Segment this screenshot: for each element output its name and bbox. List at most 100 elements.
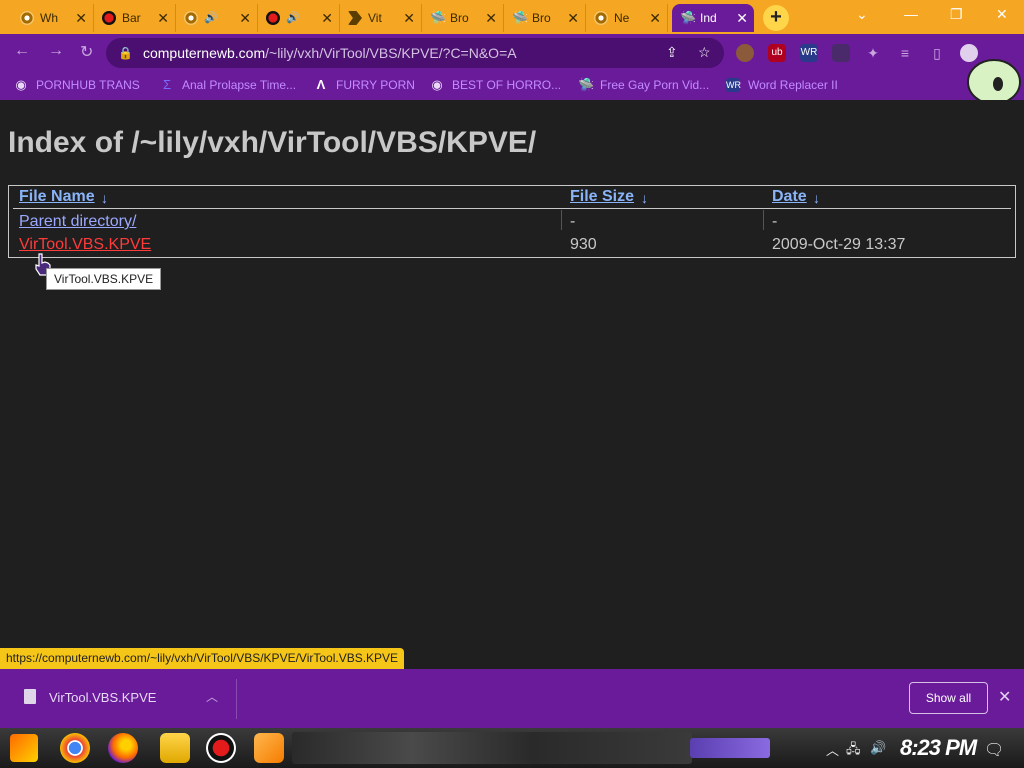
file-size-cell: 930 bbox=[570, 236, 597, 253]
reload-icon[interactable]: ↻ bbox=[80, 42, 93, 62]
date-cell: - bbox=[772, 213, 778, 230]
close-icon[interactable]: ✕ bbox=[649, 10, 661, 26]
column-header-file-size[interactable]: File Size bbox=[570, 188, 634, 206]
close-icon[interactable]: ✕ bbox=[736, 10, 748, 26]
bookmark-3[interactable]: Λ FURRY PORN bbox=[314, 77, 415, 93]
record-icon bbox=[266, 11, 280, 25]
lock-icon[interactable]: 🔒 bbox=[118, 46, 133, 60]
tab-9-active[interactable]: 🛸 Ind ✕ bbox=[672, 4, 754, 32]
tab-3[interactable]: 🔊 ✕ bbox=[176, 4, 258, 32]
tray-chevron-up-icon[interactable]: ︿ bbox=[826, 740, 839, 759]
minimize-icon[interactable]: — bbox=[904, 6, 918, 22]
bookmark-label: Word Replacer II bbox=[748, 78, 838, 92]
close-window-icon[interactable]: ✕ bbox=[996, 6, 1008, 23]
tab-1[interactable]: Wh ✕ bbox=[12, 4, 94, 32]
column-divider bbox=[561, 210, 562, 230]
tab-title: Ind bbox=[700, 11, 717, 25]
word-replacer-icon[interactable]: WR bbox=[800, 44, 818, 62]
bookmark-star-icon[interactable]: ☆ bbox=[698, 44, 711, 61]
url-host: computernewb.com bbox=[142, 45, 266, 61]
bookmark-label: BEST OF HORRO... bbox=[452, 78, 562, 92]
tab-strip: Wh ✕ Bar ✕ 🔊 ✕ 🔊 ✕ Vit ✕ 🛸 Bro ✕ 🛸 Bro ✕… bbox=[0, 0, 1024, 34]
ufo-icon: 🛸 bbox=[430, 10, 447, 25]
start-button[interactable] bbox=[10, 734, 38, 762]
chevron-up-icon[interactable]: ︿ bbox=[206, 688, 218, 705]
bookmark-6[interactable]: WR Word Replacer II bbox=[726, 78, 838, 92]
lambda-icon: Λ bbox=[316, 77, 326, 92]
volume-icon[interactable]: 🔊 bbox=[870, 740, 886, 756]
bookmark-label: Free Gay Porn Vid... bbox=[600, 78, 710, 92]
taskbar-clock[interactable]: 8:23 PM bbox=[900, 735, 977, 761]
tab-search-chevron-icon[interactable]: ⌄ bbox=[856, 6, 868, 23]
sort-arrow-icon[interactable]: ↓ bbox=[813, 190, 820, 206]
firefox-taskbar-icon[interactable] bbox=[108, 733, 138, 763]
share-icon[interactable]: ⇪ bbox=[666, 44, 678, 61]
side-panel-icon[interactable]: ▯ bbox=[928, 44, 946, 62]
taskbar: ︿ 🖧 🔊 8:23 PM 🗨 bbox=[0, 728, 1024, 768]
speaker-icon[interactable]: 🔊 bbox=[204, 11, 218, 25]
bookmark-label: Anal Prolapse Time... bbox=[182, 78, 297, 92]
close-icon[interactable]: ✕ bbox=[485, 10, 497, 26]
arrow-icon bbox=[348, 11, 362, 25]
tab-title: Wh bbox=[40, 11, 58, 25]
ufo-icon: 🛸 bbox=[512, 10, 529, 25]
close-icon[interactable]: ✕ bbox=[75, 10, 87, 26]
notification-icon[interactable]: 🗨 bbox=[984, 740, 1004, 760]
bookmark-2[interactable]: Σ Anal Prolapse Time... bbox=[160, 77, 297, 93]
file-listing-table: File Name ↓ File Size ↓ Date ↓ Parent di… bbox=[8, 185, 1016, 258]
link-tooltip: VirTool.VBS.KPVE bbox=[46, 268, 162, 290]
sort-arrow-icon[interactable]: ↓ bbox=[641, 190, 648, 206]
recorder-taskbar-icon[interactable] bbox=[206, 733, 236, 763]
show-all-button[interactable]: Show all bbox=[909, 682, 988, 714]
tab-4[interactable]: 🔊 ✕ bbox=[258, 4, 340, 32]
column-header-date[interactable]: Date bbox=[772, 188, 807, 206]
tab-title: Vit bbox=[368, 11, 382, 25]
bookmark-4[interactable]: ◉ BEST OF HORRO... bbox=[430, 77, 562, 93]
parent-directory-link[interactable]: Parent directory/ bbox=[19, 213, 136, 231]
new-tab-button[interactable]: + bbox=[763, 5, 789, 31]
bookmark-5[interactable]: 🛸 Free Gay Porn Vid... bbox=[578, 78, 710, 93]
tab-title: Bar bbox=[122, 11, 141, 25]
taskbar-decoration-bar bbox=[690, 738, 770, 758]
close-icon[interactable]: ✕ bbox=[321, 10, 333, 26]
bookmark-1[interactable]: ◉ PORNHUB TRANS bbox=[14, 77, 139, 93]
file-explorer-icon[interactable] bbox=[160, 733, 190, 763]
tab-6[interactable]: 🛸 Bro ✕ bbox=[422, 4, 504, 32]
close-icon[interactable]: ✕ bbox=[567, 10, 579, 26]
close-icon[interactable]: ✕ bbox=[403, 10, 415, 26]
back-icon[interactable]: ← bbox=[14, 42, 30, 60]
extensions-puzzle-icon[interactable]: ✦ bbox=[864, 44, 882, 62]
close-icon[interactable]: ✕ bbox=[998, 687, 1011, 707]
chrome-icon: ◉ bbox=[431, 77, 443, 92]
close-icon[interactable]: ✕ bbox=[239, 10, 251, 26]
close-icon[interactable]: ✕ bbox=[157, 10, 169, 26]
restore-icon[interactable]: ❐ bbox=[950, 6, 963, 23]
tab-5[interactable]: Vit ✕ bbox=[340, 4, 422, 32]
download-filename[interactable]: VirTool.VBS.KPVE bbox=[49, 690, 156, 705]
address-bar[interactable]: 🔒 computernewb.com/~lily/vxh/VirTool/VBS… bbox=[106, 38, 724, 68]
url-path: /~lily/vxh/VirTool/VBS/KPVE/?C=N&O=A bbox=[265, 45, 517, 61]
sort-arrow-icon[interactable]: ↓ bbox=[101, 190, 108, 206]
header-divider bbox=[13, 208, 1011, 209]
chrome-icon: ◉ bbox=[15, 77, 27, 92]
speaker-icon[interactable]: 🔊 bbox=[286, 11, 300, 25]
tab-2[interactable]: Bar ✕ bbox=[94, 4, 176, 32]
media-player-icon[interactable] bbox=[254, 733, 284, 763]
network-icon[interactable]: 🖧 bbox=[846, 740, 861, 762]
tab-7[interactable]: 🛸 Bro ✕ bbox=[504, 4, 586, 32]
column-header-file-name[interactable]: File Name bbox=[19, 188, 95, 206]
divider bbox=[236, 679, 237, 719]
tab-title: Ne bbox=[614, 11, 630, 25]
date-cell: 2009-Oct-29 13:37 bbox=[772, 236, 906, 253]
bookmarks-bar: ◉ PORNHUB TRANS Σ Anal Prolapse Time... … bbox=[0, 72, 1024, 100]
chrome-taskbar-icon[interactable] bbox=[60, 733, 90, 763]
ublock-icon[interactable]: ub bbox=[768, 44, 786, 62]
download-shelf: VirTool.VBS.KPVE ︿ Show all ✕ bbox=[0, 669, 1024, 728]
sigma-icon: Σ bbox=[162, 77, 172, 92]
extension-icon[interactable] bbox=[832, 44, 850, 62]
tab-title: Bro bbox=[532, 11, 551, 25]
tab-8[interactable]: Ne ✕ bbox=[586, 4, 668, 32]
media-icon[interactable]: ≡ bbox=[896, 44, 914, 62]
forward-icon[interactable]: → bbox=[48, 42, 64, 60]
extension-avatar-icon[interactable] bbox=[736, 44, 754, 62]
